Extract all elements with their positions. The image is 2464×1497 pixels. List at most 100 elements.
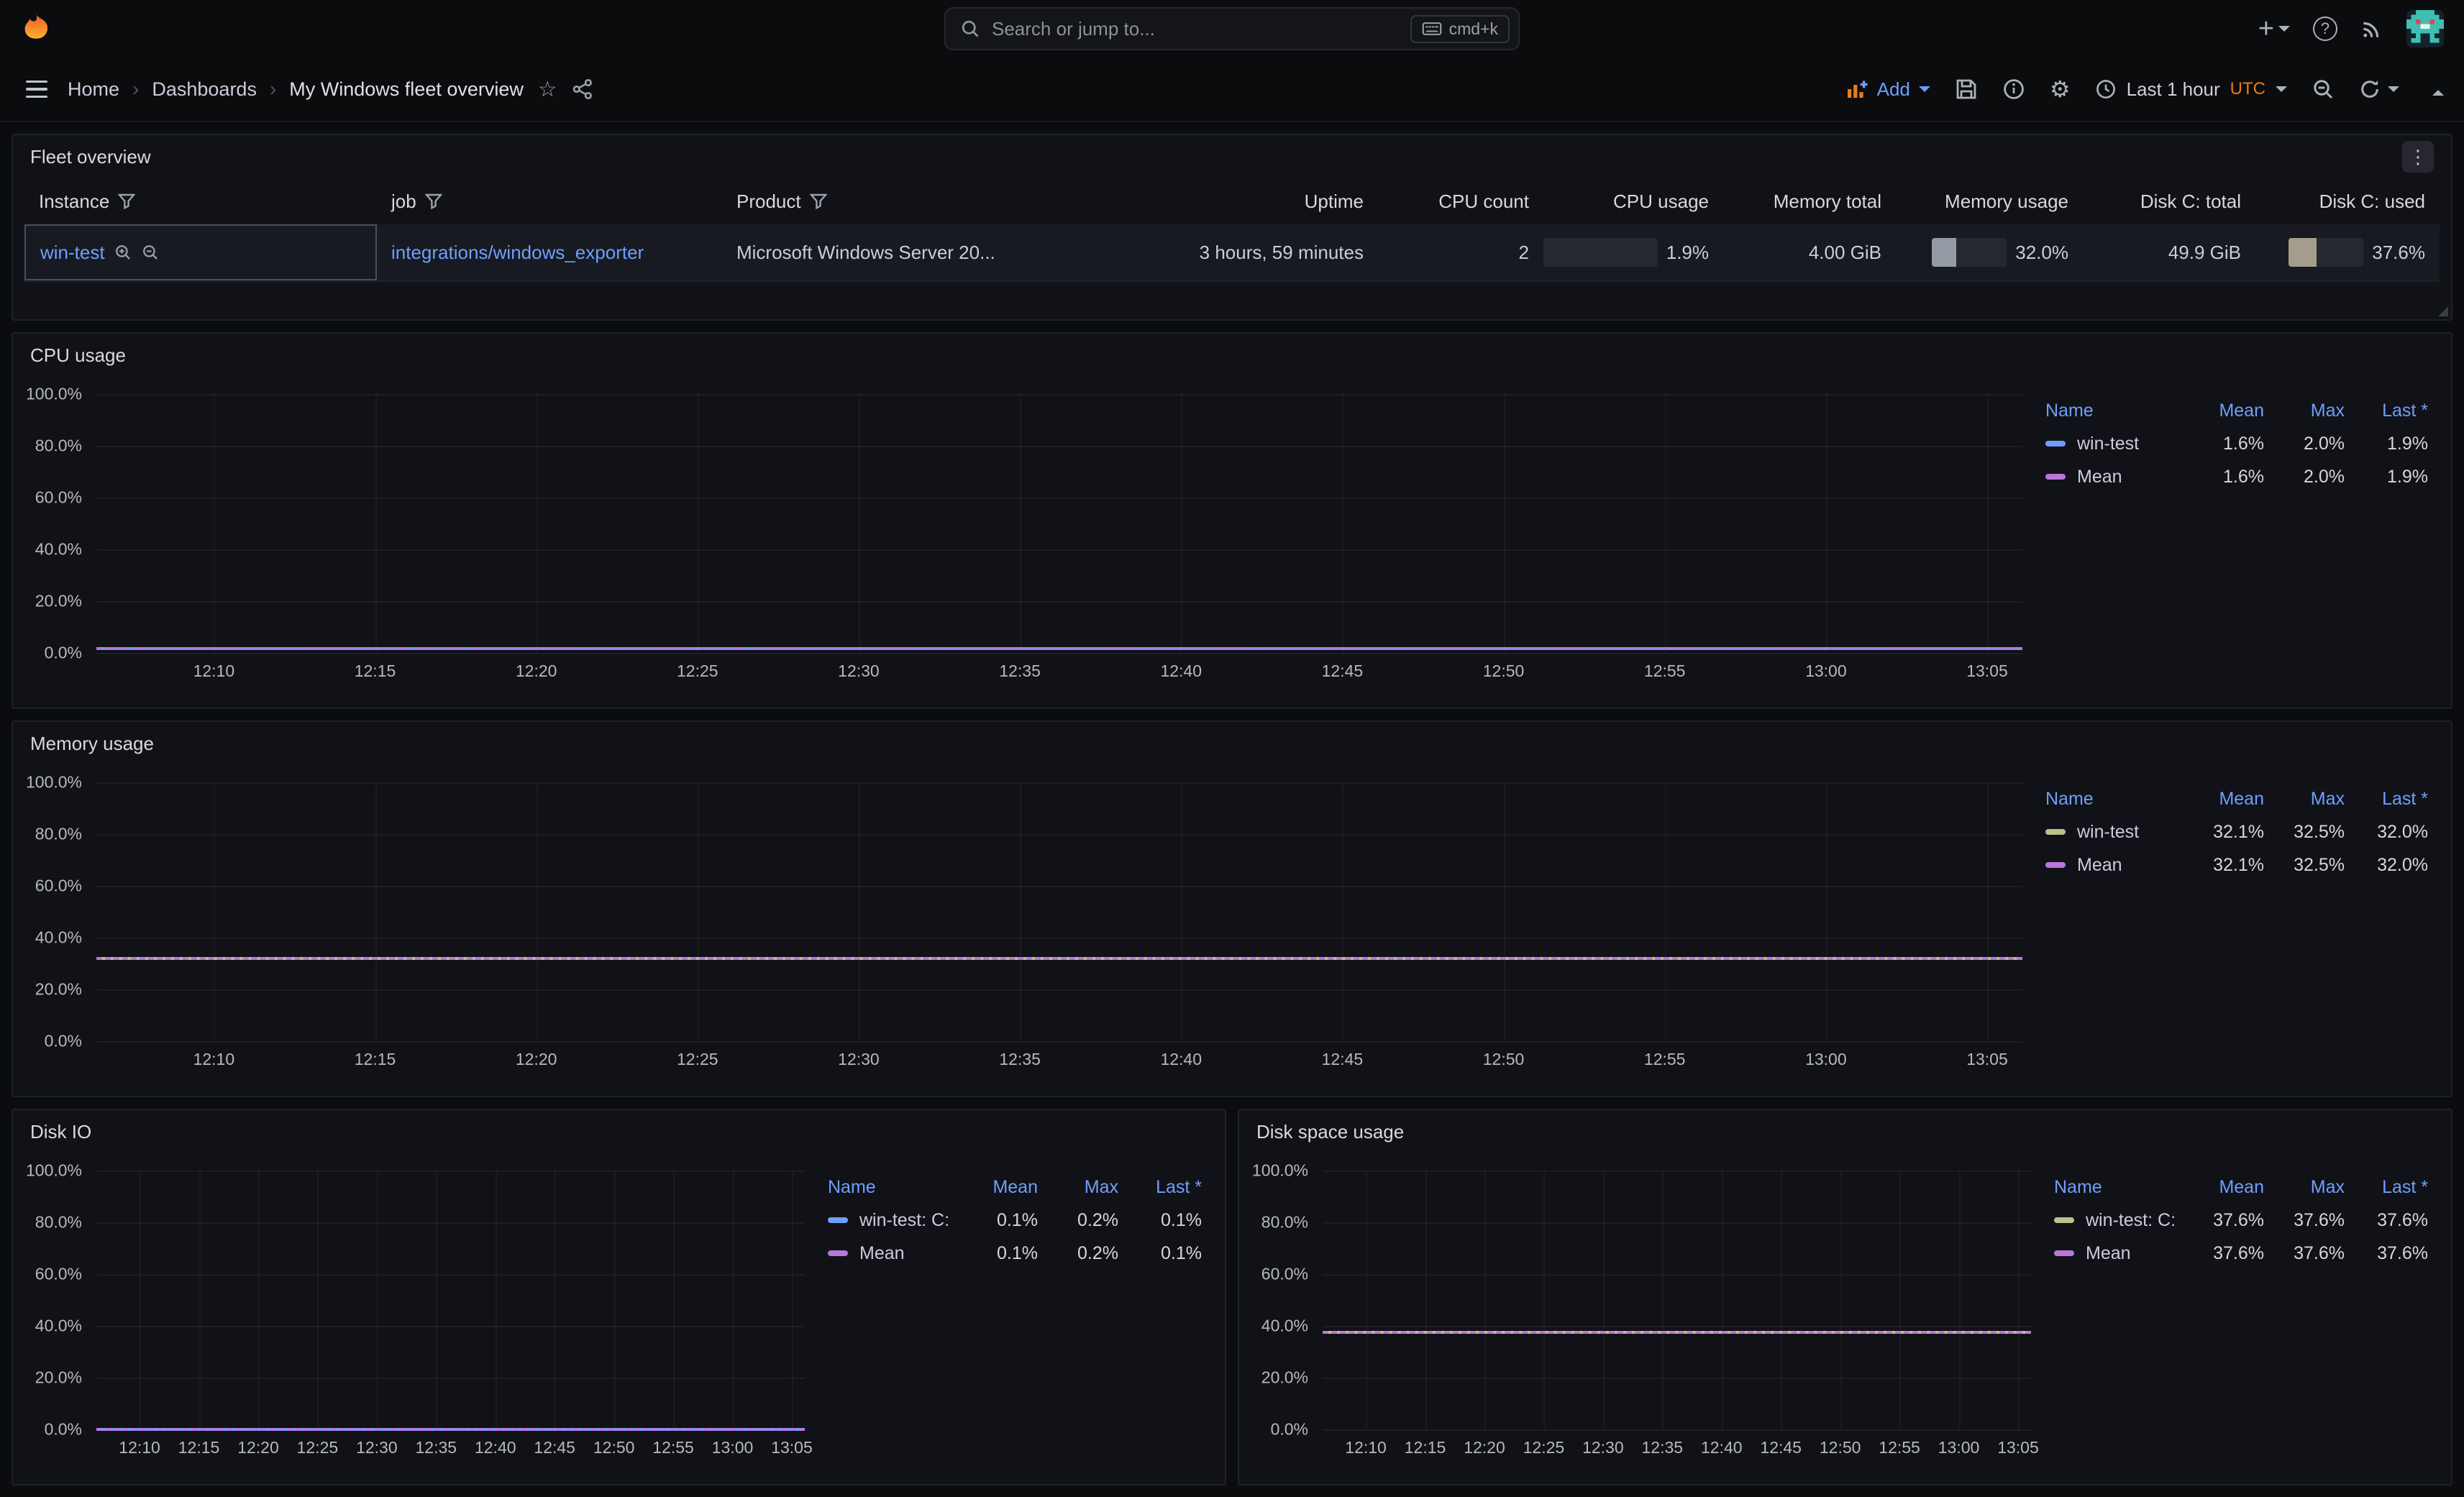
legend-series-name[interactable]: win-test (2045, 434, 2184, 454)
plot-area[interactable] (96, 782, 2022, 1041)
add-panel-button[interactable]: Add (1845, 78, 1930, 101)
dashboard-settings-button[interactable]: ⚙ (2050, 78, 2071, 101)
gridline (496, 1171, 497, 1429)
job-link[interactable]: integrations/windows_exporter (391, 242, 644, 264)
y-axis-label: 40.0% (35, 928, 82, 948)
filter-icon[interactable] (425, 193, 442, 210)
series-color-swatch (2054, 1250, 2074, 1256)
legend-column-name[interactable]: Name (2045, 789, 2184, 810)
gridline (317, 1171, 319, 1429)
legend-column-last[interactable]: Last * (2345, 1177, 2428, 1198)
help-button[interactable]: ? (2313, 17, 2337, 41)
cpu-usage-cell: 1.9% (1543, 238, 1723, 267)
breadcrumb: Home › Dashboards › My Windows fleet ove… (68, 78, 524, 101)
legend-column-mean[interactable]: Mean (957, 1177, 1038, 1198)
chart-legend: NameMeanMaxLast *win-test1.6%2.0%1.9%Mea… (2022, 394, 2442, 685)
column-header-memory-total[interactable]: Memory total (1723, 191, 1896, 213)
zoom-out-time-button[interactable] (2312, 78, 2335, 101)
legend-column-max[interactable]: Max (1038, 1177, 1118, 1198)
menu-toggle-button[interactable] (20, 75, 53, 104)
clock-icon (2095, 78, 2117, 100)
column-header-disk-total[interactable]: Disk C: total (2083, 191, 2255, 213)
x-axis: 12:1012:1512:2012:2512:3012:3512:4012:45… (1323, 1429, 2031, 1461)
filter-icon[interactable] (810, 193, 827, 210)
add-panel-icon (1845, 78, 1868, 101)
x-axis-label: 12:30 (1582, 1438, 1624, 1457)
save-dashboard-button[interactable] (1955, 78, 1978, 101)
panel-title: Disk IO (30, 1121, 91, 1143)
gridline (96, 498, 2022, 499)
legend-series-name[interactable]: win-test: C: (828, 1210, 957, 1231)
share-icon[interactable] (572, 78, 593, 100)
legend-series-name[interactable]: Mean (2054, 1243, 2184, 1264)
x-axis-label: 12:35 (1642, 1438, 1684, 1457)
legend-column-mean[interactable]: Mean (2184, 789, 2264, 810)
column-header-job[interactable]: job (377, 191, 722, 213)
instance-link[interactable]: win-test (40, 242, 105, 264)
favorite-star-icon[interactable]: ☆ (538, 77, 557, 102)
new-menu-button[interactable]: + (2258, 15, 2290, 42)
breadcrumb-home[interactable]: Home (68, 78, 119, 101)
x-axis-label: 12:45 (1322, 661, 1364, 681)
gridline (537, 394, 538, 653)
legend-column-max[interactable]: Max (2264, 789, 2345, 810)
column-header-disk-used[interactable]: Disk C: used (2255, 191, 2440, 213)
legend-row: Mean0.1%0.2%0.1% (828, 1237, 1202, 1270)
filter-icon[interactable] (118, 193, 135, 210)
panel-resize-handle[interactable] (2438, 306, 2448, 316)
breadcrumb-dashboards[interactable]: Dashboards (152, 78, 257, 101)
gridline (1987, 394, 1989, 653)
plot-area[interactable] (96, 1171, 805, 1429)
x-axis-label: 13:00 (1805, 661, 1847, 681)
column-header-product[interactable]: Product (722, 191, 1132, 213)
legend-column-last[interactable]: Last * (1118, 1177, 1202, 1198)
column-header-uptime[interactable]: Uptime (1132, 191, 1378, 213)
shortcut-label: cmd+k (1449, 19, 1498, 39)
legend-column-last[interactable]: Last * (2345, 789, 2428, 810)
panel-title: Disk space usage (1256, 1121, 1404, 1143)
breadcrumb-current-dashboard: My Windows fleet overview (289, 78, 524, 101)
legend-series-name[interactable]: Mean (828, 1243, 957, 1264)
gridline (1323, 1326, 2031, 1327)
refresh-icon (2359, 78, 2381, 100)
legend-column-mean[interactable]: Mean (2184, 400, 2264, 421)
search-input[interactable]: Search or jump to... cmd+k (944, 7, 1520, 50)
rss-icon (2360, 17, 2383, 40)
legend-value: 0.2% (1038, 1210, 1118, 1231)
column-header-cpu-count[interactable]: CPU count (1378, 191, 1543, 213)
legend-column-last[interactable]: Last * (2345, 400, 2428, 421)
news-button[interactable] (2360, 17, 2383, 40)
column-header-memory-usage[interactable]: Memory usage (1896, 191, 2083, 213)
plot-area[interactable] (1323, 1171, 2031, 1429)
grafana-logo[interactable] (20, 12, 53, 45)
breadcrumb-separator: › (270, 78, 276, 101)
filter-out-value-icon[interactable] (141, 243, 160, 262)
gridline (258, 1171, 260, 1429)
legend-series-name[interactable]: Mean (2045, 467, 2184, 487)
top-navigation-bar: Search or jump to... cmd+k + ? (0, 0, 2464, 58)
plot-area[interactable] (96, 394, 2022, 653)
time-range-picker[interactable]: Last 1 hour UTC (2095, 78, 2287, 101)
series-line (1323, 1331, 2031, 1334)
instance-cell[interactable]: win-test (24, 224, 377, 280)
collapse-toolbar-button[interactable] (2432, 78, 2444, 101)
column-header-cpu-usage[interactable]: CPU usage (1543, 191, 1723, 213)
dashboard-insights-button[interactable] (2002, 78, 2025, 101)
refresh-button[interactable] (2359, 78, 2399, 100)
legend-series-name[interactable]: Mean (2045, 855, 2184, 876)
legend-series-name[interactable]: win-test (2045, 822, 2184, 843)
legend-series-name[interactable]: win-test: C: (2054, 1210, 2184, 1231)
legend-column-name[interactable]: Name (2045, 400, 2184, 421)
legend-column-mean[interactable]: Mean (2184, 1177, 2264, 1198)
legend-column-max[interactable]: Max (2264, 400, 2345, 421)
legend-column-name[interactable]: Name (2054, 1177, 2184, 1198)
gridline (614, 1171, 616, 1429)
panel-menu-button[interactable]: ⋮ (2402, 141, 2434, 173)
legend-column-name[interactable]: Name (828, 1177, 957, 1198)
user-avatar[interactable] (2406, 10, 2444, 47)
column-header-instance[interactable]: Instance (24, 191, 377, 213)
gridline (1425, 1171, 1427, 1429)
series-color-swatch (2045, 474, 2066, 480)
filter-for-value-icon[interactable] (114, 243, 132, 262)
legend-column-max[interactable]: Max (2264, 1177, 2345, 1198)
